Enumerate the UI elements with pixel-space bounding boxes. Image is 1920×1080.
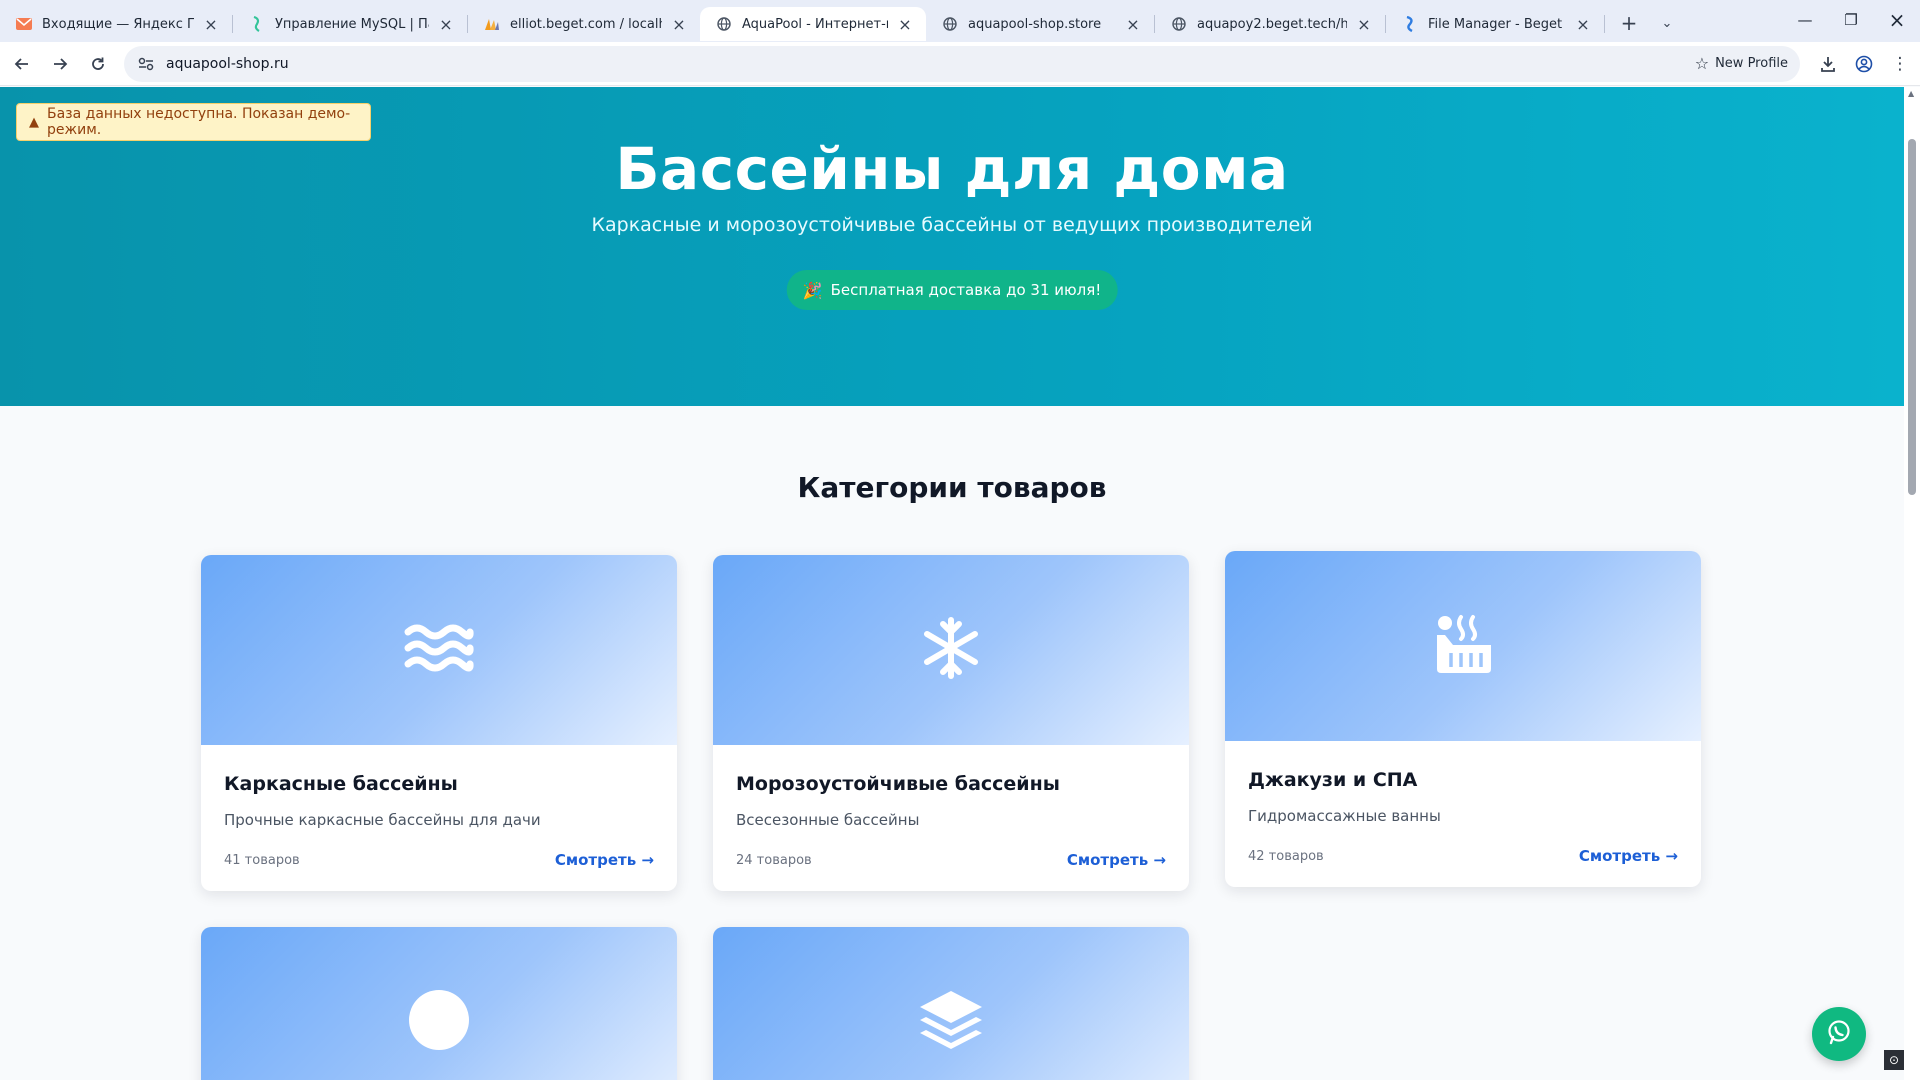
category-card[interactable] [713,927,1189,1080]
tab-search-button[interactable]: ⌄ [1651,7,1683,39]
water-waves-icon [404,622,474,678]
view-link[interactable]: Смотреть → [1579,847,1678,865]
mail-icon [16,16,32,32]
phpmyadmin-icon [484,16,500,32]
forward-arrow-icon[interactable] [42,46,78,82]
tab-aquapool[interactable]: AquaPool - Интернет-магазин × [700,7,926,41]
site-settings-icon[interactable] [136,54,156,74]
category-name[interactable]: Каркасные бассейны [224,773,654,795]
beget-icon [1402,16,1418,32]
category-description: Гидромассажные ванны [1248,807,1441,825]
tab-title: elliot.beget.com / localhost / a [510,16,662,32]
product-count: 42 товаров [1248,848,1324,864]
new-tab-button[interactable]: + [1613,7,1645,39]
circle-icon [408,989,470,1055]
category-card[interactable]: Морозоустойчивые бассейны Всесезонные ба… [713,555,1189,891]
category-description: Всесезонные бассейны [736,811,920,829]
tab-divider [1604,15,1605,33]
star-icon[interactable]: ☆ [1695,54,1709,73]
url-text[interactable]: aquapool-shop.ru [166,56,1695,72]
close-icon[interactable]: × [202,15,220,34]
hero-title: Бассейны для дома [615,135,1289,203]
layers-icon [918,989,984,1055]
browser-toolbar: aquapool-shop.ru ☆ New Profile ⋮ [0,42,1920,86]
tab-title: aquapool-shop.store [968,16,1102,32]
beget-icon [249,16,265,32]
product-count: 41 товаров [224,852,300,868]
tab-mysql-panel[interactable]: Управление MySQL | Панель × [233,7,467,41]
category-image [713,927,1189,1080]
whatsapp-icon [1826,1019,1852,1049]
tab-title: aquapoy2.beget.tech/hello.txt [1197,16,1347,32]
category-card[interactable]: Джакузи и СПА Гидромассажные ванны 42 то… [1225,551,1701,887]
download-icon[interactable] [1810,46,1846,82]
page-viewport: Бассейны для дома Каркасные и морозоусто… [0,87,1904,1080]
globe-icon [1171,16,1187,32]
snowflake-icon [921,616,981,684]
category-card[interactable] [201,927,677,1080]
reload-icon[interactable] [80,46,116,82]
globe-icon [716,16,732,32]
party-popper-icon: 🎉 [802,280,823,300]
page-scrollbar[interactable]: ▲ [1904,87,1920,1080]
globe-icon [942,16,958,32]
extension-corner-icon[interactable]: ⊙ [1884,1050,1904,1070]
promo-badge: 🎉 Бесплатная доставка до 31 июля! [786,270,1118,310]
view-link[interactable]: Смотреть → [1067,851,1166,869]
tab-yandex-mail[interactable]: Входящие — Яндекс Почта × [0,7,232,41]
category-name[interactable]: Морозоустойчивые бассейны [736,773,1166,795]
close-icon[interactable]: × [670,15,688,34]
hero-subtitle: Каркасные и морозоустойчивые бассейны от… [591,214,1313,236]
window-controls: — ❐ × [1782,0,1920,40]
new-profile-button[interactable]: ☆ New Profile [1695,54,1788,73]
back-arrow-icon[interactable] [4,46,40,82]
tab-file-manager[interactable]: File Manager - Beget × [1386,7,1604,41]
tab-hello-txt[interactable]: aquapoy2.beget.tech/hello.txt × [1155,7,1385,41]
scrollbar-thumb[interactable] [1908,139,1916,495]
close-icon[interactable]: × [1355,15,1373,34]
close-icon[interactable]: × [1574,15,1592,34]
whatsapp-button[interactable] [1812,1007,1866,1061]
minimize-icon[interactable]: — [1782,0,1828,40]
profile-label: New Profile [1715,56,1788,71]
restore-icon[interactable]: ❐ [1828,0,1874,40]
category-image [201,927,677,1080]
category-image [713,555,1189,745]
browser-tab-strip: Входящие — Яндекс Почта × Управление MyS… [0,0,1920,42]
category-image [1225,551,1701,741]
product-count: 24 товаров [736,852,812,868]
hot-tub-icon [1431,613,1495,679]
db-warning-alert: ▲ База данных недоступна. Показан демо-р… [16,103,371,141]
account-icon[interactable] [1846,46,1882,82]
tab-title: Управление MySQL | Панель [275,16,429,32]
tab-title: File Manager - Beget [1428,16,1563,32]
tab-title: AquaPool - Интернет-магазин [742,16,888,32]
scroll-up-arrow-icon[interactable]: ▲ [1908,89,1914,98]
warning-icon: ▲ [29,114,39,130]
alert-text: База данных недоступна. Показан демо-реж… [47,106,351,138]
close-icon[interactable]: × [896,15,914,34]
category-description: Прочные каркасные бассейны для дачи [224,811,541,829]
tab-title: Входящие — Яндекс Почта [42,16,194,32]
tab-aquapool-store[interactable]: aquapool-shop.store × [926,7,1154,41]
view-link[interactable]: Смотреть → [555,851,654,869]
category-name[interactable]: Джакузи и СПА [1248,769,1678,791]
close-icon[interactable]: × [437,15,455,34]
address-bar[interactable]: aquapool-shop.ru ☆ New Profile [124,45,1800,82]
tab-phpmyadmin[interactable]: elliot.beget.com / localhost / a × [468,7,700,41]
category-image [201,555,677,745]
menu-kebab-icon[interactable]: ⋮ [1882,46,1918,82]
close-icon[interactable]: × [1124,15,1142,34]
promo-text: Бесплатная доставка до 31 июля! [830,281,1102,299]
categories-heading: Категории товаров [797,471,1107,504]
close-window-icon[interactable]: × [1874,0,1920,40]
category-card[interactable]: Каркасные бассейны Прочные каркасные бас… [201,555,677,891]
